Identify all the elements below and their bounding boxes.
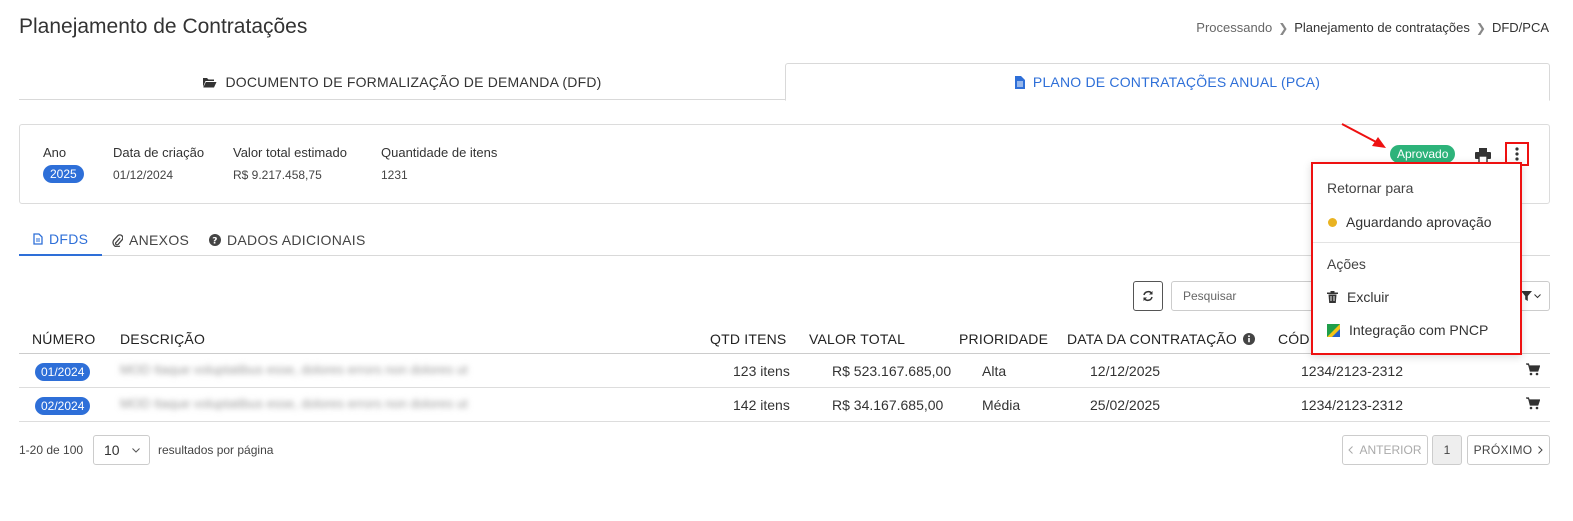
col-valor-total[interactable]: VALOR TOTAL	[809, 331, 905, 347]
menu-item-excluir[interactable]: Excluir	[1327, 289, 1389, 305]
qty-value: 1231	[381, 168, 408, 182]
created-value: 01/12/2024	[113, 168, 174, 182]
col-codigo[interactable]: CÓDI	[1278, 331, 1314, 347]
status-badge: Aprovado	[1390, 145, 1456, 163]
menu-item-pncp-label: Integração com PNCP	[1349, 322, 1489, 338]
row-description-redacted: MOD Itaque voluptatibus esse, dolores er…	[120, 396, 468, 411]
next-page-label: PRÓXIMO	[1473, 443, 1533, 457]
table-row[interactable]: 01/2024 MOD Itaque voluptatibus esse, do…	[19, 354, 1550, 388]
qty-label: Quantidade de itens	[381, 145, 498, 160]
row-valor: R$ 34.167.685,00	[832, 397, 944, 413]
qty-field: Quantidade de itens 1231	[381, 145, 497, 182]
tab-dados-adicionais-label: DADOS ADICIONAIS	[227, 232, 366, 248]
row-number-badge: 02/2024	[35, 397, 91, 415]
row-codigo: 1234/2123-2312	[1301, 397, 1403, 413]
refresh-icon	[1143, 290, 1153, 302]
menu-item-aguardando-label: Aguardando aprovação	[1346, 214, 1492, 230]
menu-item-excluir-label: Excluir	[1347, 289, 1390, 305]
print-icon	[1475, 147, 1491, 163]
breadcrumb: Processando ❯ Planejamento de contrataçõ…	[1196, 20, 1549, 35]
annotation-arrow-icon	[1341, 123, 1386, 148]
status-dot-icon	[1328, 217, 1337, 227]
search-input[interactable]	[1171, 281, 1316, 311]
row-qtd: 123 itens	[733, 363, 790, 379]
total-value: R$ 9.217.458,75	[233, 168, 322, 182]
col-data-contratacao-label: DATA DA CONTRATAÇÃO	[1067, 331, 1238, 347]
filter-icon	[1520, 291, 1532, 301]
tab-anexos-label: ANEXOS	[129, 232, 190, 248]
return-to-header: Retornar para	[1327, 180, 1414, 196]
refresh-button[interactable]	[1133, 281, 1163, 311]
actions-header: Ações	[1327, 256, 1366, 272]
cart-icon[interactable]	[1526, 397, 1540, 410]
created-label: Data de criação	[113, 145, 205, 160]
col-numero[interactable]: NÚMERO	[32, 331, 95, 347]
next-page-button[interactable]: PRÓXIMO	[1467, 435, 1550, 465]
breadcrumb-processando[interactable]: Processando	[1196, 20, 1272, 35]
per-page-select[interactable]: 10	[93, 435, 150, 465]
tab-anexos[interactable]: ANEXOS	[112, 224, 189, 256]
row-data: 25/02/2025	[1090, 397, 1161, 413]
file-icon	[1014, 75, 1025, 89]
row-prioridade: Média	[982, 397, 1021, 413]
main-tabs: DOCUMENTO DE FORMALIZAÇÃO DE DEMANDA (DF…	[19, 63, 1550, 101]
col-qtd-itens[interactable]: QTD ITENS	[710, 331, 786, 347]
question-circle-icon: ?	[209, 234, 221, 246]
cart-icon[interactable]	[1526, 363, 1540, 376]
tab-dfd[interactable]: DOCUMENTO DE FORMALIZAÇÃO DE DEMANDA (DF…	[19, 63, 785, 100]
svg-text:?: ?	[212, 236, 218, 246]
row-codigo: 1234/2123-2312	[1301, 363, 1403, 379]
tab-dfds-label: DFDS	[49, 231, 89, 247]
year-field: Ano 2025	[43, 145, 84, 183]
tab-dados-adicionais[interactable]: ? DADOS ADICIONAIS	[209, 224, 366, 256]
chevron-down-icon	[131, 447, 140, 453]
col-descricao[interactable]: DESCRIÇÃO	[120, 331, 205, 347]
page-title: Planejamento de Contratações	[19, 15, 308, 38]
table-row[interactable]: 02/2024 MOD Itaque voluptatibus esse, do…	[19, 388, 1550, 422]
row-prioridade: Alta	[982, 363, 1007, 379]
tab-pca[interactable]: PLANO DE CONTRATAÇÕES ANUAL (PCA)	[785, 63, 1550, 101]
info-circle-icon[interactable]	[1243, 333, 1256, 345]
total-label: Valor total estimado	[233, 145, 347, 160]
row-qtd: 142 itens	[733, 397, 790, 413]
row-data: 12/12/2025	[1090, 363, 1161, 379]
tab-dfd-label: DOCUMENTO DE FORMALIZAÇÃO DE DEMANDA (DF…	[225, 73, 602, 90]
trash-icon	[1327, 291, 1338, 303]
row-description-redacted: MOD Itaque voluptatibus esse, dolores er…	[120, 362, 468, 377]
menu-divider	[1313, 242, 1520, 243]
chevron-right-icon	[1538, 446, 1544, 454]
kebab-menu-icon	[1515, 147, 1519, 161]
pncp-logo-icon	[1327, 323, 1340, 337]
folder-open-icon	[203, 77, 217, 87]
breadcrumb-planejamento[interactable]: Planejamento de contratações	[1294, 20, 1470, 35]
chevron-down-icon	[1533, 293, 1541, 298]
pagination-info: 1-20 de 100	[19, 443, 84, 457]
tab-dfds[interactable]: DFDS	[19, 224, 103, 256]
document-icon	[33, 233, 43, 245]
prev-page-label: ANTERIOR	[1359, 443, 1422, 457]
row-valor: R$ 523.167.685,00	[832, 363, 952, 379]
paperclip-icon	[112, 233, 123, 247]
tab-pca-label: PLANO DE CONTRATAÇÕES ANUAL (PCA)	[1032, 74, 1321, 90]
created-field: Data de criação 01/12/2024	[113, 145, 204, 182]
prev-page-button[interactable]: ANTERIOR	[1342, 435, 1428, 465]
chevron-right-icon: ❯	[1475, 20, 1486, 35]
col-prioridade[interactable]: PRIORIDADE	[959, 331, 1048, 347]
row-number-badge: 01/2024	[35, 363, 91, 381]
page-1-button[interactable]: 1	[1432, 435, 1462, 465]
chevron-left-icon	[1348, 446, 1354, 454]
total-field: Valor total estimado R$ 9.217.458,75	[233, 145, 347, 182]
year-label: Ano	[43, 145, 67, 160]
menu-item-aguardando-aprovacao[interactable]: Aguardando aprovação	[1327, 214, 1492, 230]
menu-item-integracao-pncp[interactable]: Integração com PNCP	[1327, 322, 1488, 338]
per-page-label: resultados por página	[158, 443, 274, 457]
breadcrumb-current: DFD/PCA	[1491, 20, 1549, 35]
actions-dropdown-menu: Retornar para Aguardando aprovação Ações…	[1311, 162, 1522, 355]
per-page-value: 10	[104, 442, 120, 458]
col-data-contratacao[interactable]: DATA DA CONTRATAÇÃO	[1067, 331, 1256, 347]
year-badge: 2025	[43, 165, 84, 183]
chevron-right-icon: ❯	[1278, 20, 1289, 35]
